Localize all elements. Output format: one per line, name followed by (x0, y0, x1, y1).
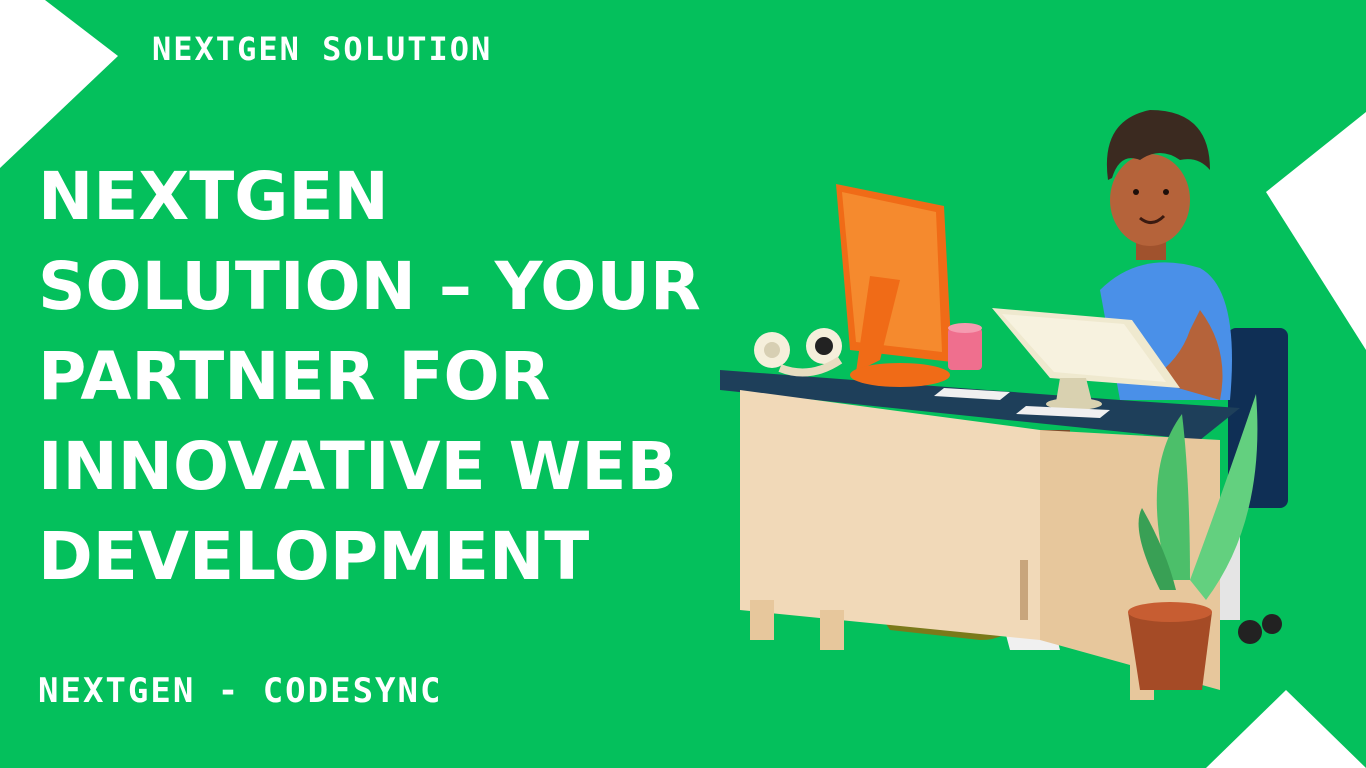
headline-line: SOLUTION – YOUR (38, 248, 701, 325)
top-brand-label: NEXTGEN SOLUTION (152, 30, 493, 68)
left-corner-triangle (0, 0, 118, 168)
headline-line: PARTNER FOR (38, 338, 551, 415)
headline-line: DEVELOPMENT (38, 518, 590, 595)
bottom-right-triangle (1206, 690, 1366, 768)
headline-line: NEXTGEN (38, 158, 389, 235)
headline-line: INNOVATIVE WEB (38, 428, 677, 505)
banner-canvas: NEXTGEN SOLUTION NEXTGEN SOLUTION – YOUR… (0, 0, 1366, 768)
orange-monitor-icon (836, 184, 952, 387)
headphones-icon (754, 328, 843, 377)
bottom-brand-label: NEXTGEN - CODESYNC (38, 671, 443, 711)
pink-mug-icon (948, 323, 982, 370)
developer-illustration (720, 110, 1288, 700)
page-title: NEXTGEN SOLUTION – YOUR PARTNER FOR INNO… (38, 152, 738, 602)
